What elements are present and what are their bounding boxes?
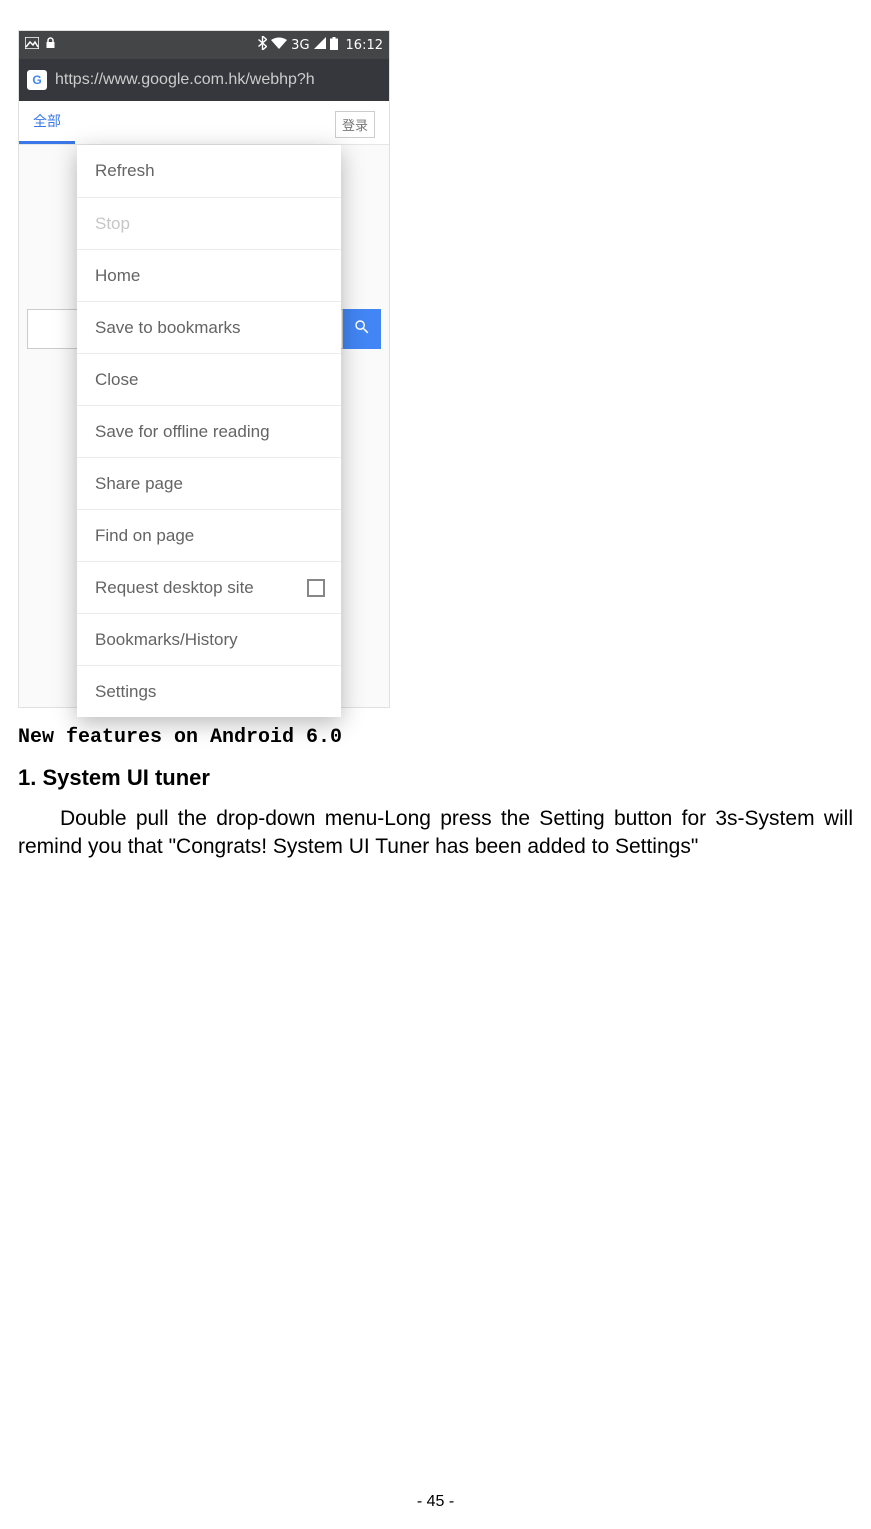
menu-item-label: Save to bookmarks bbox=[95, 318, 241, 338]
bluetooth-icon bbox=[258, 36, 267, 54]
menu-item-settings[interactable]: Settings bbox=[77, 665, 341, 717]
menu-item-home[interactable]: Home bbox=[77, 249, 341, 301]
menu-item-refresh[interactable]: Refresh bbox=[77, 145, 341, 197]
browser-menu: Refresh Stop Home Save to bookmarks Clos… bbox=[77, 145, 341, 717]
status-bar: 3G 16:12 bbox=[19, 31, 389, 59]
checkbox-icon[interactable] bbox=[307, 579, 325, 597]
menu-item-label: Save for offline reading bbox=[95, 422, 270, 442]
wifi-icon bbox=[271, 37, 287, 53]
menu-item-label: Request desktop site bbox=[95, 578, 254, 598]
section-heading: 1. System UI tuner bbox=[18, 765, 853, 791]
search-icon bbox=[353, 318, 371, 341]
page-body: 全部 登录 Refresh Stop Home Save to book bbox=[19, 101, 389, 707]
network-label: 3G bbox=[291, 38, 309, 53]
menu-item-label: Home bbox=[95, 266, 140, 286]
url-bar[interactable]: G https://www.google.com.hk/webhp?h bbox=[19, 59, 389, 101]
menu-item-find-on-page[interactable]: Find on page bbox=[77, 509, 341, 561]
page-number: - 45 - bbox=[0, 1493, 871, 1511]
menu-item-label: Settings bbox=[95, 682, 156, 702]
image-icon bbox=[25, 37, 39, 53]
menu-item-label: Share page bbox=[95, 474, 183, 494]
lock-icon bbox=[45, 37, 56, 53]
tab-all[interactable]: 全部 bbox=[19, 101, 75, 144]
menu-item-share-page[interactable]: Share page bbox=[77, 457, 341, 509]
menu-item-request-desktop[interactable]: Request desktop site bbox=[77, 561, 341, 613]
menu-item-label: Close bbox=[95, 370, 138, 390]
site-favicon: G bbox=[27, 70, 47, 90]
tab-strip: 全部 登录 bbox=[19, 101, 389, 145]
phone-screenshot: 3G 16:12 G https://www.google.com.hk/web… bbox=[18, 30, 390, 708]
signal-icon bbox=[314, 37, 326, 53]
url-text: https://www.google.com.hk/webhp?h bbox=[55, 71, 315, 89]
menu-item-label: Stop bbox=[95, 214, 130, 234]
battery-icon bbox=[330, 37, 338, 54]
menu-item-save-offline[interactable]: Save for offline reading bbox=[77, 405, 341, 457]
menu-item-bookmarks-history[interactable]: Bookmarks/History bbox=[77, 613, 341, 665]
menu-item-stop: Stop bbox=[77, 197, 341, 249]
menu-item-save-bookmarks[interactable]: Save to bookmarks bbox=[77, 301, 341, 353]
menu-item-label: Find on page bbox=[95, 526, 194, 546]
menu-item-label: Bookmarks/History bbox=[95, 630, 238, 650]
search-button[interactable] bbox=[343, 309, 381, 349]
document-body: New features on Android 6.0 1. System UI… bbox=[18, 726, 853, 860]
menu-item-close[interactable]: Close bbox=[77, 353, 341, 405]
body-text: Double pull the drop-down menu-Long pres… bbox=[18, 805, 853, 860]
features-heading: New features on Android 6.0 bbox=[18, 726, 853, 749]
menu-item-label: Refresh bbox=[95, 161, 155, 181]
status-time: 16:12 bbox=[346, 38, 383, 53]
login-button[interactable]: 登录 bbox=[335, 111, 375, 138]
